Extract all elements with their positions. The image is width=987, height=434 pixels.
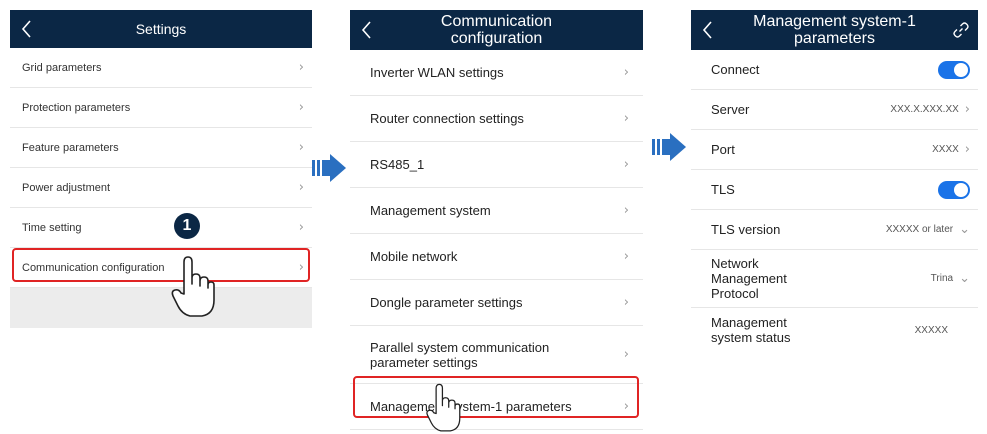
next-step-arrow-icon: [652, 133, 686, 161]
settings-header: Settings: [10, 10, 312, 48]
connect-toggle[interactable]: [938, 60, 970, 79]
chevron-right-icon: ›: [298, 100, 304, 115]
port-label: Port: [711, 142, 735, 157]
menu-item-label: Protection parameters: [22, 101, 131, 114]
menu-item-feature-parameters[interactable]: Feature parameters ›: [10, 128, 312, 168]
chevron-down-icon: ⌄: [959, 222, 970, 237]
chevron-right-icon: ›: [964, 142, 970, 157]
chevron-right-icon: ›: [623, 249, 629, 264]
menu-item-label: Power adjustment: [22, 181, 111, 194]
chevron-right-icon: ›: [298, 220, 304, 235]
title-line-1: Communication: [440, 13, 553, 30]
menu-item-power-adjustment[interactable]: Power adjustment ›: [10, 168, 312, 208]
server-row[interactable]: Server XXX.X.XXX.XX ›: [691, 90, 978, 130]
tls-row: TLS: [691, 170, 978, 210]
nmp-value-group: Trina ⌄: [931, 271, 970, 286]
management-header: Management system-1 parameters: [691, 10, 978, 50]
page-title: Communication configuration: [441, 13, 552, 47]
menu-item-rs485-1[interactable]: RS485_1 ›: [350, 142, 643, 188]
title-line-1: Management system-1: [753, 13, 916, 30]
chevron-right-icon: ›: [298, 180, 304, 195]
nmp-label: Network Management Protocol: [711, 256, 787, 301]
menu-item-router-connection[interactable]: Router connection settings ›: [350, 96, 643, 142]
menu-item-label: Dongle parameter settings: [370, 295, 523, 310]
menu-item-label: RS485_1: [370, 157, 425, 172]
nmp-value: Trina: [930, 273, 954, 284]
tls-toggle[interactable]: [938, 180, 970, 199]
tls-label: TLS: [711, 182, 735, 197]
back-arrow-icon[interactable]: [699, 19, 717, 41]
label-line-1: Parallel system communication: [370, 339, 550, 355]
menu-item-grid-parameters[interactable]: Grid parameters ›: [10, 48, 312, 88]
tls-version-label: TLS version: [711, 222, 781, 237]
settings-screen: Settings Grid parameters › Protection pa…: [10, 10, 312, 335]
chevron-right-icon: ›: [298, 60, 304, 75]
empty-area: [10, 288, 312, 328]
next-step-arrow-icon: [312, 154, 346, 182]
port-value-group: XXXX ›: [932, 142, 970, 157]
label-line-2: parameter settings: [370, 354, 478, 370]
menu-item-label: Time setting: [22, 221, 82, 234]
chevron-right-icon: ›: [623, 157, 629, 172]
network-management-protocol-row[interactable]: Network Management Protocol Trina ⌄: [691, 250, 978, 308]
label-line-3: Protocol: [711, 286, 759, 301]
highlight-box: [353, 376, 639, 418]
chevron-right-icon: ›: [623, 203, 629, 218]
communication-configuration-screen: Communication configuration Inverter WLA…: [350, 10, 643, 434]
tls-version-value: XXXXX or later: [885, 224, 954, 235]
communication-header: Communication configuration: [350, 10, 643, 50]
label-line-1: Network: [711, 256, 759, 271]
connect-label: Connect: [711, 62, 760, 77]
highlight-box: [12, 248, 310, 282]
menu-item-inverter-wlan[interactable]: Inverter WLAN settings ›: [350, 50, 643, 96]
chevron-right-icon: ›: [623, 295, 629, 310]
port-value: XXXX: [932, 144, 959, 155]
server-value: XXX.X.XXX.XX: [890, 104, 959, 115]
title-line-2: configuration: [450, 30, 543, 47]
menu-item-management-system[interactable]: Management system ›: [350, 188, 643, 234]
link-icon[interactable]: [952, 21, 970, 39]
pointing-hand-icon: [171, 256, 215, 317]
connect-row: Connect: [691, 50, 978, 90]
step-badge: 1: [174, 213, 200, 239]
menu-item-label: Mobile network: [370, 249, 458, 264]
status-value-group: XXXXX: [915, 325, 970, 336]
label-line-2: system status: [711, 330, 791, 345]
port-row[interactable]: Port XXXX ›: [691, 130, 978, 170]
title-line-2: parameters: [794, 30, 875, 47]
menu-item-label: Feature parameters: [22, 141, 119, 154]
status-label: Management system status: [711, 315, 790, 345]
back-arrow-icon[interactable]: [18, 18, 36, 40]
status-value: XXXXX: [914, 324, 948, 336]
label-line-2: Management: [711, 271, 787, 286]
menu-item-dongle-parameters[interactable]: Dongle parameter settings ›: [350, 280, 643, 326]
chevron-right-icon: ›: [623, 65, 629, 80]
menu-item-label: Management system: [370, 203, 491, 218]
menu-item-label: Grid parameters: [22, 61, 102, 74]
management-system-1-screen: Management system-1 parameters Connect S…: [691, 10, 978, 360]
menu-item-label: Parallel system communication parameter …: [370, 340, 549, 370]
server-label: Server: [711, 102, 750, 117]
page-title: Management system-1 parameters: [753, 13, 916, 47]
back-arrow-icon[interactable]: [358, 19, 376, 41]
menu-item-label: Inverter WLAN settings: [370, 65, 504, 80]
management-status-row: Management system status XXXXX: [691, 308, 978, 352]
menu-item-protection-parameters[interactable]: Protection parameters ›: [10, 88, 312, 128]
chevron-right-icon: ›: [623, 111, 629, 126]
label-line-1: Management: [711, 315, 787, 330]
chevron-down-icon: ⌄: [959, 271, 970, 286]
pointing-hand-icon: [426, 383, 461, 432]
menu-item-label: Router connection settings: [370, 111, 524, 126]
menu-item-time-setting[interactable]: Time setting ›: [10, 208, 312, 248]
tls-version-value-group: XXXXX or later ⌄: [886, 222, 970, 237]
page-title: Settings: [135, 21, 187, 37]
chevron-right-icon: ›: [623, 347, 629, 362]
chevron-right-icon: ›: [964, 102, 970, 117]
tls-version-row[interactable]: TLS version XXXXX or later ⌄: [691, 210, 978, 250]
menu-item-mobile-network[interactable]: Mobile network ›: [350, 234, 643, 280]
server-value-group: XXX.X.XXX.XX ›: [890, 102, 970, 117]
chevron-right-icon: ›: [298, 140, 304, 155]
